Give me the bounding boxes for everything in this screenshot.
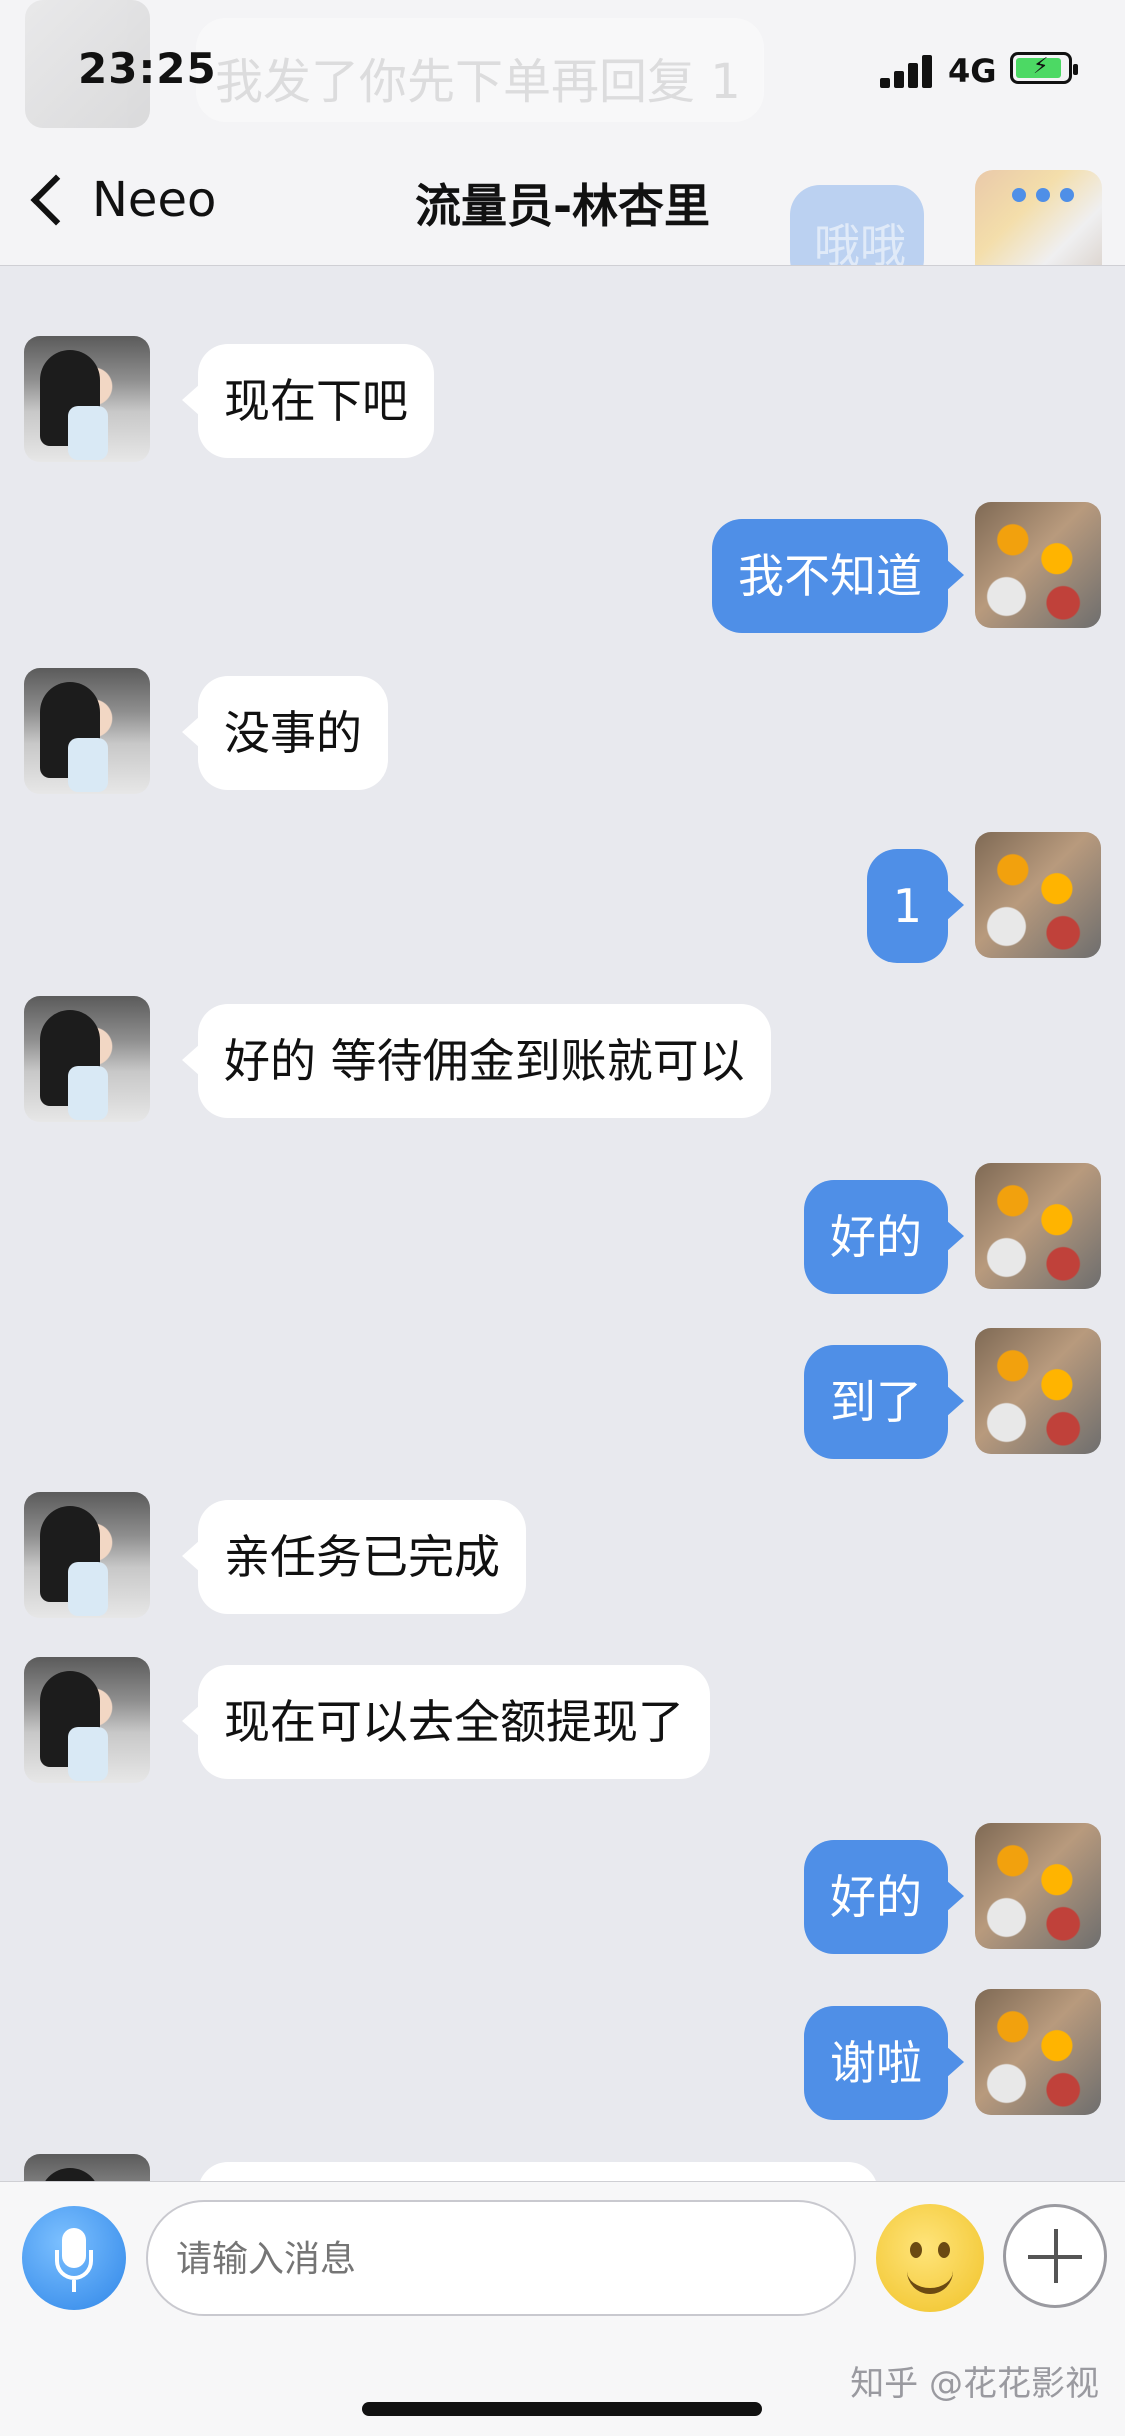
my-avatar[interactable]	[975, 1823, 1101, 1949]
add-attachment-button[interactable]	[1003, 2204, 1107, 2308]
contact-avatar[interactable]	[24, 1657, 150, 1783]
input-bar	[0, 2181, 1125, 2334]
incoming-message[interactable]: 好的 等待佣金到账就可以	[182, 1004, 771, 1118]
my-avatar[interactable]	[975, 502, 1101, 628]
emoji-mouth	[907, 2262, 953, 2294]
network-type: 4G	[948, 52, 997, 90]
my-avatar[interactable]	[975, 1989, 1101, 2115]
incoming-message[interactable]: 现在可以去全额提现了	[182, 1665, 710, 1779]
watermark: 知乎 @花花影视	[850, 2364, 1099, 2404]
outgoing-message[interactable]: 到了	[804, 1345, 964, 1459]
incoming-message[interactable]: 没事的	[182, 676, 388, 790]
outgoing-message[interactable]: 谢啦	[804, 2006, 964, 2120]
home-indicator[interactable]	[362, 2402, 762, 2416]
outgoing-message[interactable]: 好的	[804, 1180, 964, 1294]
emoji-eye	[938, 2242, 950, 2258]
contact-avatar[interactable]	[24, 2154, 150, 2181]
message-input-wrapper	[146, 2200, 856, 2316]
my-avatar[interactable]	[975, 1328, 1101, 1454]
contact-avatar[interactable]	[24, 1492, 150, 1618]
chat-title: 流量员-林杏里	[414, 179, 711, 233]
microphone-leg	[72, 2280, 76, 2292]
signal-icon	[880, 54, 936, 88]
my-avatar[interactable]	[975, 832, 1101, 958]
emoji-button[interactable]	[876, 2204, 984, 2312]
status-time: 23:25	[78, 44, 217, 93]
outgoing-message[interactable]: 1	[866, 849, 965, 963]
outgoing-message[interactable]: 我不知道	[712, 519, 964, 633]
battery-charging-icon: ⚡	[1010, 52, 1078, 84]
contact-avatar[interactable]	[24, 336, 150, 462]
contact-avatar[interactable]	[24, 668, 150, 794]
emoji-eye	[910, 2242, 922, 2258]
incoming-message[interactable]: 现在下吧	[182, 344, 434, 458]
bottom-safe-area: 知乎 @花花影视	[0, 2334, 1125, 2436]
voice-button[interactable]	[22, 2206, 126, 2310]
incoming-message-text: 我发了你先下单再回复 1	[215, 54, 741, 110]
message-list[interactable]: 现在下吧 我不知道 没事的 1 好的 等待佣金到账就可以 好的 到了 亲任务已完…	[0, 266, 1125, 2181]
top-bar: 我发了你先下单再回复 1 哦哦 23:25 4G ⚡ Neeo 流量员-林杏里	[0, 0, 1125, 266]
contact-avatar[interactable]	[24, 996, 150, 1122]
incoming-message[interactable]: 亲任务已完成	[182, 1500, 526, 1614]
incoming-message-partial[interactable]	[198, 2162, 878, 2181]
outgoing-message[interactable]: 好的	[804, 1840, 964, 1954]
my-avatar[interactable]	[975, 1163, 1101, 1289]
more-options-icon[interactable]	[1012, 188, 1074, 202]
message-input[interactable]	[174, 2202, 832, 2316]
microphone-stand	[55, 2250, 93, 2280]
